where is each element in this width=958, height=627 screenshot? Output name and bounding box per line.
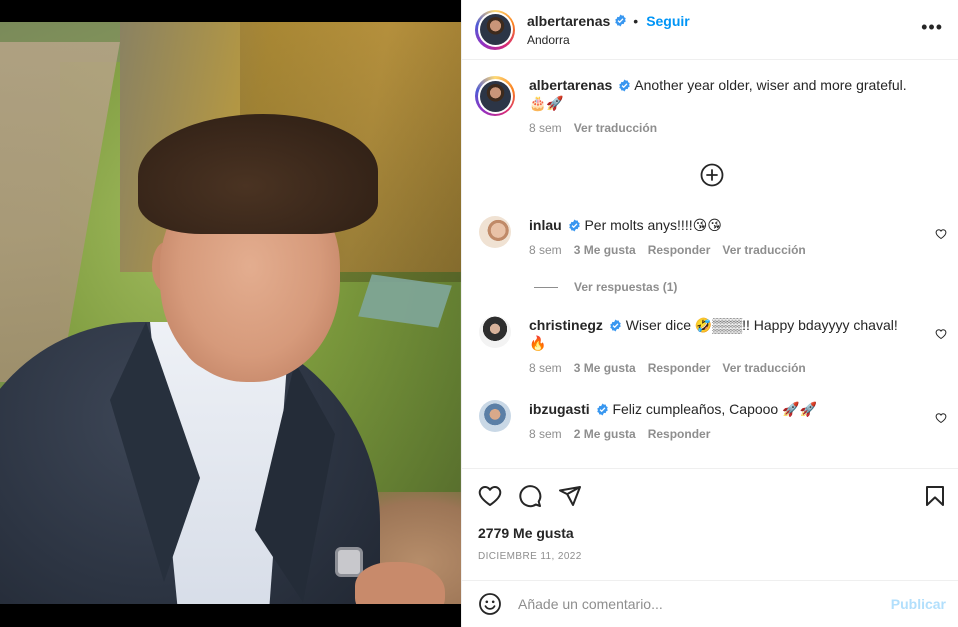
verified-badge-icon — [615, 14, 627, 27]
reply-button[interactable]: Responder — [648, 361, 711, 375]
follow-button[interactable]: Seguir — [646, 13, 690, 29]
post-actions: 2779 Me gusta DICIEMBRE 11, 2022 — [462, 468, 958, 562]
post-location[interactable]: Andorra — [527, 33, 690, 47]
comment-text: Per molts anys!!!! — [584, 217, 693, 233]
add-comment-bar: Publicar — [462, 580, 958, 627]
post-photo-panel — [0, 0, 461, 627]
comment-item: inlau Per molts anys!!!!😘😘 8 sem 3 Me gu… — [475, 216, 958, 257]
author-avatar-image — [479, 14, 511, 45]
like-comment-heart-icon[interactable] — [935, 412, 947, 424]
comment-time[interactable]: 8 sem — [529, 427, 562, 441]
bookmark-icon — [926, 486, 944, 506]
load-more-comments-icon[interactable] — [700, 163, 724, 187]
author-avatar[interactable] — [475, 9, 515, 50]
emoji-smiley-icon[interactable] — [478, 592, 502, 616]
view-replies-line — [534, 286, 558, 288]
comment-bubble-icon[interactable] — [518, 484, 542, 508]
post-header: albertarenas • Seguir Andorra ••• — [462, 0, 958, 60]
verified-badge-icon — [619, 79, 630, 92]
post-date[interactable]: DICIEMBRE 11, 2022 — [478, 551, 582, 562]
comment-meta: 8 sem 3 Me gusta Responder Ver traducció… — [529, 361, 929, 375]
view-replies-button[interactable]: Ver respuestas (1) — [534, 280, 677, 294]
verified-badge-icon — [568, 219, 580, 232]
comment-username[interactable]: inlau — [529, 217, 562, 233]
comment-likes[interactable]: 2 Me gusta — [574, 427, 636, 441]
caption-author-avatar-image — [479, 80, 511, 112]
comment-text: Wiser dice 🤣▒▒▒!! Happy bdayyyy chaval! — [625, 317, 898, 333]
caption-time[interactable]: 8 sem — [529, 121, 562, 135]
caption-text-block: albertarenas Another year older, wiser a… — [529, 76, 929, 113]
action-icons-row — [478, 484, 582, 508]
comment-text-block: ibzugasti Feliz cumpleaños, Capooo 🚀🚀 — [529, 400, 929, 419]
like-comment-heart-icon[interactable] — [935, 328, 947, 340]
caption-translate-link[interactable]: Ver traducción — [574, 121, 657, 135]
caption-username[interactable]: albertarenas — [529, 77, 612, 93]
likes-count[interactable]: 2779 Me gusta — [478, 525, 574, 541]
comments-section: albertarenas Another year older, wiser a… — [462, 60, 958, 468]
reply-button[interactable]: Responder — [648, 243, 711, 257]
comment-meta: 8 sem 2 Me gusta Responder — [529, 427, 929, 441]
save-bookmark-button[interactable] — [923, 484, 947, 508]
translate-link[interactable]: Ver traducción — [722, 243, 805, 257]
commenter-avatar[interactable] — [479, 216, 511, 248]
reply-button[interactable]: Responder — [648, 427, 711, 441]
comment-text: Feliz cumpleaños, Capooo — [612, 401, 779, 417]
comment-likes[interactable]: 3 Me gusta — [574, 243, 636, 257]
comment-input[interactable] — [518, 596, 878, 612]
photo-subject-hair — [138, 114, 378, 234]
comment-emojis: 🔥 — [529, 336, 547, 352]
comment-emojis: 🚀🚀 — [782, 402, 817, 418]
comment-emojis: 😘😘 — [692, 218, 722, 234]
separator-dot: • — [633, 12, 639, 29]
comment-item: christinegz Wiser dice 🤣▒▒▒!! Happy bday… — [475, 316, 958, 375]
caption-emojis: 🎂🚀 — [529, 96, 564, 112]
caption: albertarenas Another year older, wiser a… — [475, 76, 929, 135]
comment-username[interactable]: christinegz — [529, 317, 603, 333]
caption-author-avatar[interactable] — [475, 76, 515, 116]
more-options-icon[interactable]: ••• — [921, 18, 943, 36]
view-replies-label: Ver respuestas (1) — [574, 280, 678, 294]
comment-username[interactable]: ibzugasti — [529, 401, 590, 417]
author-info: albertarenas • Seguir Andorra — [527, 13, 690, 47]
post-details-panel: albertarenas • Seguir Andorra ••• albert… — [461, 0, 958, 627]
commenter-avatar[interactable] — [479, 400, 511, 432]
like-heart-icon[interactable] — [478, 484, 502, 508]
photo-subject-watch — [335, 547, 363, 577]
post-photo[interactable] — [0, 22, 461, 604]
comment-time[interactable]: 8 sem — [529, 361, 562, 375]
verified-badge-icon — [610, 319, 621, 332]
comment-text-block: christinegz Wiser dice 🤣▒▒▒!! Happy bday… — [529, 316, 929, 353]
caption-meta: 8 sem Ver traducción — [529, 121, 929, 135]
author-username[interactable]: albertarenas — [527, 13, 610, 29]
comment-text-block: inlau Per molts anys!!!!😘😘 — [529, 216, 929, 235]
publish-button[interactable]: Publicar — [891, 596, 946, 612]
comment-time[interactable]: 8 sem — [529, 243, 562, 257]
translate-link[interactable]: Ver traducción — [722, 361, 805, 375]
like-comment-heart-icon[interactable] — [935, 228, 947, 240]
comment-likes[interactable]: 3 Me gusta — [574, 361, 636, 375]
comment-item: ibzugasti Feliz cumpleaños, Capooo 🚀🚀 8 … — [475, 400, 958, 441]
verified-badge-icon — [596, 403, 608, 416]
caption-text: Another year older, wiser and more grate… — [634, 77, 907, 93]
commenter-avatar[interactable] — [479, 316, 511, 348]
comment-meta: 8 sem 3 Me gusta Responder Ver traducció… — [529, 243, 929, 257]
share-send-icon[interactable] — [558, 484, 582, 508]
